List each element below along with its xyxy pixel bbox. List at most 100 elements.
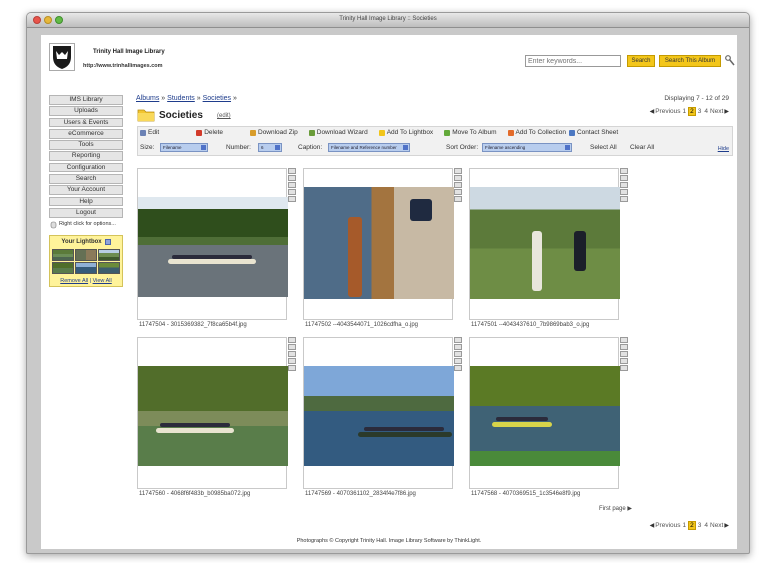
next-arrow-icon[interactable]: ▶ xyxy=(724,522,729,529)
sidebar-item-reporting[interactable]: Reporting xyxy=(49,151,123,162)
image-thumbnail[interactable] xyxy=(304,366,454,466)
site-url[interactable]: http://www.trinhallimages.com xyxy=(83,63,163,69)
rotate-right-icon[interactable] xyxy=(288,175,296,181)
previous-page-link[interactable]: Previous xyxy=(655,108,680,115)
search-album-button[interactable]: Search This Album xyxy=(659,55,721,67)
download-zip-action[interactable]: Download Zip xyxy=(250,129,298,136)
sidebar-item-ecommerce[interactable]: eCommerce xyxy=(49,128,123,139)
sidebar-item-tools[interactable]: Tools xyxy=(49,140,123,150)
size-select[interactable]: Filename xyxy=(160,143,208,152)
edit-image-icon[interactable] xyxy=(288,351,296,357)
image-thumbnail[interactable] xyxy=(304,187,454,299)
previous-arrow-icon[interactable]: ◀ xyxy=(650,522,655,529)
sidebar-item-your-account[interactable]: Your Account xyxy=(49,185,123,195)
image-thumbnail[interactable] xyxy=(470,366,620,466)
lightbox-thumbnail[interactable] xyxy=(98,261,120,274)
download-wizard-action[interactable]: Download Wizard xyxy=(308,129,368,136)
sidebar-item-configuration[interactable]: Configuration xyxy=(49,162,123,173)
lightbox-view-all-link[interactable]: View All xyxy=(93,278,112,284)
sidebar-item-search[interactable]: Search xyxy=(49,173,123,184)
edit-image-icon[interactable] xyxy=(620,182,628,188)
select-checkbox[interactable] xyxy=(288,365,296,371)
lightbox-toggle-icon[interactable] xyxy=(104,238,111,245)
lightbox-remove-all-link[interactable]: Remove All xyxy=(60,278,88,284)
edit-image-icon[interactable] xyxy=(454,182,462,188)
breadcrumb-students[interactable]: Students xyxy=(167,95,195,102)
rotate-left-icon[interactable] xyxy=(454,168,462,174)
select-all-link[interactable]: Select All xyxy=(590,144,617,151)
info-icon[interactable] xyxy=(620,189,628,195)
select-checkbox[interactable] xyxy=(288,196,296,202)
edit-image-icon[interactable] xyxy=(620,351,628,357)
edit-image-icon[interactable] xyxy=(454,351,462,357)
sort-order-select[interactable]: Filename ascending xyxy=(482,143,572,152)
keyword-search-input[interactable] xyxy=(525,55,621,67)
info-icon[interactable] xyxy=(288,189,296,195)
image-thumbnail[interactable] xyxy=(138,366,288,466)
edit-action[interactable]: Edit xyxy=(140,129,159,136)
image-frame xyxy=(303,168,454,320)
first-page-link[interactable]: First page ▶ xyxy=(599,505,632,512)
contact-sheet-action[interactable]: Contact Sheet xyxy=(568,129,618,136)
clear-all-link[interactable]: Clear All xyxy=(630,144,654,151)
add-to-lightbox-action[interactable]: Add To Lightbox xyxy=(378,129,433,136)
delete-action[interactable]: Delete xyxy=(196,129,223,136)
page-link-4[interactable]: 4 xyxy=(703,522,709,529)
hide-toolbar-link[interactable]: Hide xyxy=(718,146,729,152)
page-link-4[interactable]: 4 xyxy=(703,108,709,115)
lightbox-thumbnail[interactable] xyxy=(52,248,74,261)
rotate-left-icon[interactable] xyxy=(620,337,628,343)
rotate-right-icon[interactable] xyxy=(454,344,462,350)
rotate-left-icon[interactable] xyxy=(288,168,296,174)
lightbox-thumbnail[interactable] xyxy=(52,261,74,274)
previous-page-link[interactable]: Previous xyxy=(655,522,680,529)
select-checkbox[interactable] xyxy=(454,196,462,202)
rotate-right-icon[interactable] xyxy=(620,175,628,181)
rowing-boat xyxy=(532,231,542,291)
sidebar-item-ims-library[interactable]: IMS Library xyxy=(49,95,123,105)
page-link-1[interactable]: 1 xyxy=(682,522,688,529)
next-arrow-icon[interactable]: ▶ xyxy=(724,108,729,115)
rotate-left-icon[interactable] xyxy=(454,337,462,343)
next-page-link[interactable]: Next xyxy=(710,522,723,529)
lightbox-thumbnail[interactable] xyxy=(75,248,97,261)
move-to-album-action[interactable]: Move To Album xyxy=(444,129,497,136)
sort-order-label: Sort Order: xyxy=(446,144,479,151)
breadcrumb-albums[interactable]: Albums xyxy=(136,95,159,102)
info-icon[interactable] xyxy=(620,358,628,364)
info-icon[interactable] xyxy=(454,358,462,364)
sidebar-item-users-events[interactable]: Users & Events xyxy=(49,117,123,128)
rotate-left-icon[interactable] xyxy=(620,168,628,174)
lightbox-thumbnail[interactable] xyxy=(98,248,120,261)
lightbox-thumbnail[interactable] xyxy=(75,261,97,274)
rotate-right-icon[interactable] xyxy=(288,344,296,350)
rowing-boat xyxy=(168,259,256,264)
image-thumbnail[interactable] xyxy=(470,187,620,299)
caption-select[interactable]: Filename and Reference number xyxy=(328,143,410,152)
info-icon[interactable] xyxy=(454,189,462,195)
info-icon[interactable] xyxy=(288,358,296,364)
number-select[interactable]: 6 xyxy=(258,143,282,152)
page-link-1[interactable]: 1 xyxy=(682,108,688,115)
next-page-link[interactable]: Next xyxy=(710,108,723,115)
previous-arrow-icon[interactable]: ◀ xyxy=(650,108,655,115)
edit-image-icon[interactable] xyxy=(288,182,296,188)
sidebar-item-logout[interactable]: Logout xyxy=(49,207,123,218)
image-thumbnail[interactable] xyxy=(138,197,288,297)
page-link-3[interactable]: 3 xyxy=(697,108,703,115)
rotate-right-icon[interactable] xyxy=(454,175,462,181)
sidebar-item-uploads[interactable]: Uploads xyxy=(49,106,123,116)
select-checkbox[interactable] xyxy=(454,365,462,371)
rotate-left-icon[interactable] xyxy=(288,337,296,343)
browser-window: Trinity Hall Image Library :: Societies … xyxy=(26,12,750,554)
select-checkbox[interactable] xyxy=(620,196,628,202)
sidebar-item-help[interactable]: Help xyxy=(49,196,123,207)
page-link-3[interactable]: 3 xyxy=(697,522,703,529)
edit-album-link[interactable]: (edit) xyxy=(217,113,231,119)
wrench-icon[interactable] xyxy=(725,55,735,67)
breadcrumb-societies[interactable]: Societies xyxy=(203,95,231,102)
add-to-collection-action[interactable]: Add To Collection xyxy=(507,129,566,136)
search-button[interactable]: Search xyxy=(627,55,655,67)
rotate-right-icon[interactable] xyxy=(620,344,628,350)
select-checkbox[interactable] xyxy=(620,365,628,371)
